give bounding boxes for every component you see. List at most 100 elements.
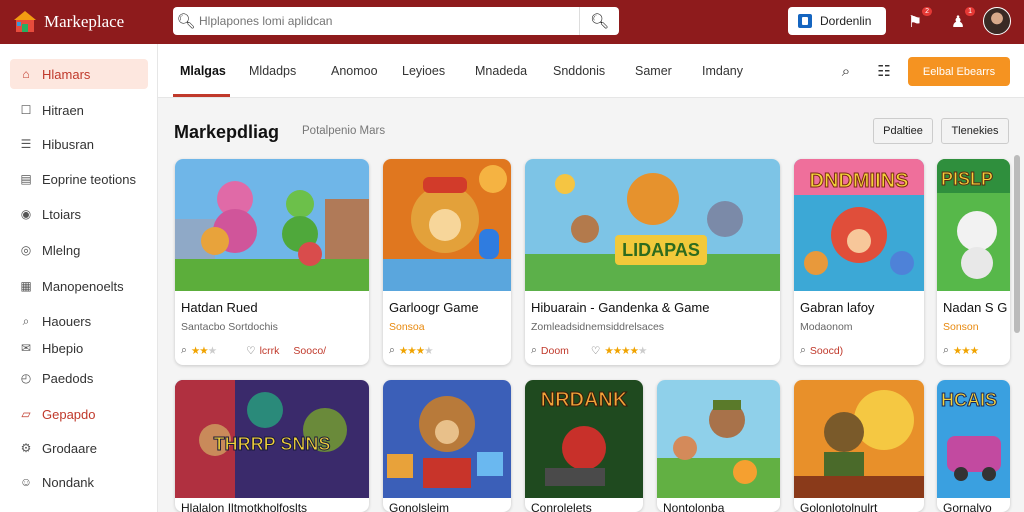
- sidebar-item-4[interactable]: ▤ Eoprine teotions: [10, 164, 148, 194]
- heart-icon: ♡: [246, 344, 256, 357]
- sidebar-item-2[interactable]: ☐ Hitraen: [10, 95, 148, 125]
- card-title: Conrolelets: [531, 501, 592, 512]
- game-card-2[interactable]: Garloogr Game Sonsoa ⌕ ★★★★: [383, 159, 511, 365]
- chat-icon: ✉: [20, 341, 32, 355]
- sidebar-item-label: Ltoiars: [42, 206, 82, 222]
- scrollbar[interactable]: [1014, 155, 1020, 333]
- game-thumbnail: [175, 159, 369, 291]
- primary-action-button[interactable]: Eelbal Ebearrs: [908, 57, 1010, 86]
- account-button[interactable]: ♟ 1: [946, 7, 975, 34]
- sidebar-item-7[interactable]: ▦ Manopenoelts: [10, 271, 148, 301]
- settings-icon: ⚙: [20, 441, 32, 455]
- avatar[interactable]: [983, 7, 1011, 35]
- card-meta: Sonson: [943, 321, 979, 333]
- notifications-button[interactable]: ⚑ 2: [903, 7, 932, 34]
- tab-6[interactable]: Snddonis: [553, 64, 605, 78]
- tab-5[interactable]: Mnadeda: [475, 64, 527, 78]
- tab-3[interactable]: Anomoo: [331, 64, 378, 78]
- heart-icon: ♡: [590, 344, 601, 357]
- sidebar-item-3[interactable]: ☰ Hibusran: [10, 129, 148, 159]
- tab-2[interactable]: Mldadps: [249, 64, 296, 78]
- logo[interactable]: Markeplace: [12, 9, 162, 35]
- game-thumbnail: [383, 380, 511, 498]
- sidebar-item-label: Hibusran: [42, 136, 95, 152]
- sidebar-item-label: Mlelng: [42, 242, 81, 258]
- tab-8[interactable]: Imdany: [702, 64, 743, 78]
- sidebar-item-11[interactable]: ▱ Gepapdo: [10, 399, 148, 429]
- tab-4[interactable]: Leyioes: [402, 64, 445, 78]
- dashboard-icon: [798, 14, 812, 28]
- dashboard-label: Dordenlin: [820, 14, 872, 28]
- home-icon: ⌂: [22, 67, 30, 81]
- card-title: Gornalvo: [943, 501, 992, 512]
- card-art-title: HCAIS: [941, 390, 997, 410]
- game-card-10[interactable]: Golonlotolnulrt: [794, 380, 924, 512]
- sidebar-item-9[interactable]: ✉ Hbepio: [10, 333, 148, 363]
- search-icon: 🔍︎: [589, 13, 610, 30]
- game-card-8[interactable]: NRDANK Conrolelets: [525, 380, 643, 512]
- clock-icon: ◴: [20, 371, 32, 385]
- sidebar-item-12[interactable]: ⚙ Grodaare: [10, 433, 148, 463]
- filter-button[interactable]: Pdaltiee: [873, 118, 933, 144]
- game-thumbnail: NRDANK: [525, 380, 643, 498]
- tab-1[interactable]: Mlalgas: [180, 64, 226, 78]
- tab-7[interactable]: Samer: [635, 64, 672, 78]
- filter-button[interactable]: ☷: [874, 61, 894, 81]
- sidebar-item-home[interactable]: ⌂ Hlamars: [10, 59, 148, 89]
- search-icon: ⌕: [181, 344, 187, 356]
- app-title: Markeplace: [44, 12, 125, 31]
- game-thumbnail: PISLP: [937, 159, 1010, 291]
- game-card-1[interactable]: Hatdan Rued Santacbo Sortdochis ⌕ ★★★ ♡ …: [175, 159, 369, 365]
- sidebar-item-label: Nondank: [42, 474, 95, 490]
- search-button[interactable]: 🔍︎: [579, 7, 619, 35]
- star-rating: ★★★★: [398, 344, 434, 357]
- sidebar-item-5[interactable]: ◉ Ltoiars: [10, 199, 148, 229]
- star-rating: ★★★: [952, 344, 979, 357]
- sidebar-item-10[interactable]: ◴ Paedods: [10, 363, 148, 393]
- sort-button[interactable]: Tlenekies: [941, 118, 1009, 144]
- search-icon: ⌕: [800, 344, 806, 356]
- search-input[interactable]: [199, 9, 569, 33]
- game-card-6[interactable]: THRRP SNNS Hlalalon Iltmotkholfoslts: [175, 380, 369, 512]
- sidebar-item-label: Paedods: [42, 370, 94, 386]
- star-rating: ★★★: [190, 344, 217, 357]
- sidebar-item-label: Haouers: [42, 313, 92, 329]
- card-art-title: NRDANK: [541, 389, 628, 411]
- location-icon: ◉: [20, 207, 32, 221]
- dashboard-button[interactable]: Dordenlin: [788, 7, 886, 35]
- card-title: Nontolonba: [663, 501, 725, 512]
- sidebar-item-label: Hbepio: [42, 340, 84, 356]
- sidebar-item-8[interactable]: ⌕ Haouers: [10, 306, 148, 336]
- game-card-3[interactable]: LIDAPAS Hibuarain - Gandenka & Game Zoml…: [525, 159, 780, 365]
- search-bar: 🔍︎ 🔍︎: [173, 7, 619, 35]
- sidebar-item-label: Grodaare: [42, 440, 97, 456]
- card-title: Nadan S G: [943, 300, 1008, 315]
- card-rating: ⌕ ★★★: [943, 344, 982, 357]
- sidebar-item-label: Gepapdo: [42, 406, 96, 422]
- card-art-title: LIDAPAS: [622, 240, 700, 260]
- sidebar-item-label: Eoprine teotions: [42, 171, 136, 187]
- card-rating: ⌕ Soocd): [800, 344, 843, 357]
- game-card-7[interactable]: Gonolsleim: [383, 380, 511, 512]
- sidebar-item-13[interactable]: ☺ Nondank: [10, 467, 148, 497]
- game-card-5[interactable]: PISLP Nadan S G Sonson ⌕ ★★★: [937, 159, 1010, 365]
- search-button[interactable]: ⌕: [836, 61, 856, 81]
- card-art-title: PISLP: [941, 169, 993, 189]
- card-art-title: THRRP SNNS: [214, 434, 331, 454]
- game-card-9[interactable]: Nontolonba: [657, 380, 780, 512]
- game-card-4[interactable]: DNDMIINS Gabran lafoy Modaonom ⌕ Soocd): [794, 159, 924, 365]
- top-bar: Markeplace 🔍︎ 🔍︎ Dordenlin ⚑ 2 ♟ 1: [0, 0, 1024, 44]
- file-icon: ▤: [20, 172, 32, 186]
- game-thumbnail: HCAIS: [937, 380, 1010, 498]
- card-title: Hibuarain - Gandenka & Game: [531, 300, 710, 315]
- card-extra: Sooco/: [293, 344, 327, 357]
- card-title: Golonlotolnulrt: [800, 501, 878, 512]
- calendar-icon: ▦: [20, 279, 32, 293]
- user-icon: ♟: [950, 14, 966, 31]
- bag-icon: ▱: [21, 407, 31, 421]
- card-title: Hatdan Rued: [181, 300, 258, 315]
- card-price: lcrrk: [259, 344, 280, 357]
- game-card-11[interactable]: HCAIS Gornalvo: [937, 380, 1010, 512]
- sidebar-item-6[interactable]: ◎ Mlelng: [10, 235, 148, 265]
- card-meta: Santacbo Sortdochis: [181, 321, 278, 333]
